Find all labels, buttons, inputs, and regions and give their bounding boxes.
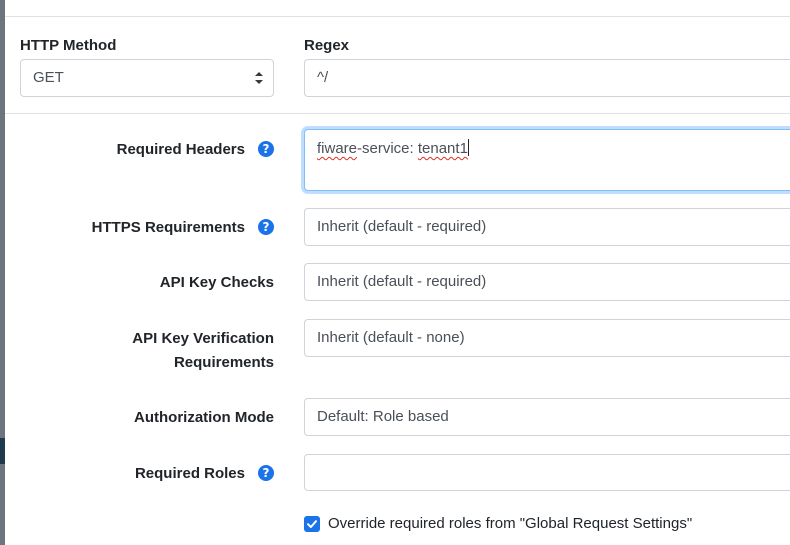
override-roles-checkbox[interactable] [304, 516, 320, 532]
api-key-verification-label: API Key Verification Requirements [132, 327, 274, 375]
authorization-mode-label: Authorization Mode [134, 409, 274, 426]
divider [5, 16, 790, 17]
required-roles-input[interactable] [304, 454, 790, 491]
authorization-mode-select[interactable]: Default: Role based [304, 398, 790, 436]
regex-input[interactable]: ^/ [304, 59, 790, 97]
select-caret-icon [255, 72, 263, 84]
http-method-label: HTTP Method [20, 37, 117, 54]
help-icon[interactable]: ? [258, 219, 274, 235]
http-method-select[interactable]: GET [20, 59, 274, 97]
regex-label: Regex [304, 37, 350, 54]
required-headers-textarea[interactable]: fiware-service: tenant1 [304, 129, 790, 191]
http-method-value: GET [33, 69, 64, 86]
help-icon[interactable]: ? [258, 141, 274, 157]
https-requirements-label: HTTPS Requirements [91, 219, 245, 236]
spellcheck-word: fiware [317, 140, 358, 157]
spellcheck-word: tenant1 [417, 140, 468, 157]
divider [5, 113, 790, 114]
api-key-verification-select[interactable]: Inherit (default - none) [304, 319, 790, 357]
api-key-checks-select[interactable]: Inherit (default - required) [304, 263, 790, 301]
help-icon[interactable]: ? [258, 465, 274, 481]
text-cursor [467, 139, 469, 156]
https-requirements-select[interactable]: Inherit (default - required) [304, 208, 790, 246]
required-headers-label: Required Headers [116, 141, 245, 158]
modal-dialog: HTTP Method GET Regex ^/ Required Header… [5, 0, 790, 545]
api-key-verification-label-line2: Requirements [173, 354, 274, 371]
api-key-verification-label-line1: API Key Verification [132, 330, 274, 347]
required-roles-label: Required Roles [134, 465, 245, 482]
header-text: -service: [357, 140, 418, 157]
checkmark-icon [307, 520, 317, 528]
override-roles-label[interactable]: Override required roles from "Global Req… [328, 514, 692, 534]
api-key-checks-label: API Key Checks [159, 274, 274, 291]
